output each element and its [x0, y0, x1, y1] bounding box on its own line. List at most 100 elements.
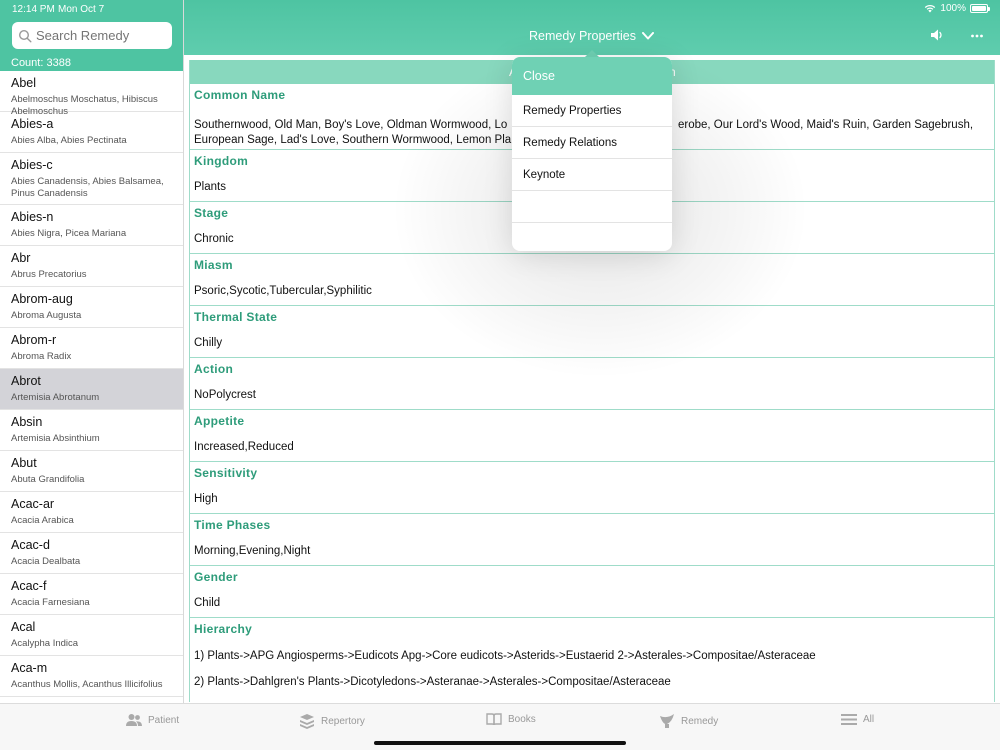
list-item-sub: Artemisia Abrotanum: [11, 392, 100, 403]
section-label: Appetite: [194, 414, 245, 428]
repertory-icon: [300, 714, 314, 729]
tab-repertory[interactable]: Repertory: [299, 713, 365, 729]
tab-label: Repertory: [321, 715, 365, 727]
section-label: Sensitivity: [194, 466, 258, 480]
tab-label: All: [863, 714, 875, 725]
wifi-icon: [925, 5, 936, 13]
list-item-name: Abut: [11, 456, 37, 470]
list-item-name: Abel: [11, 76, 37, 90]
list-item-name: Abrom-aug: [11, 292, 73, 306]
list-item-name: Absin: [11, 415, 43, 429]
section-value: Psoric,Sycotic,Tubercular,Syphilitic: [194, 285, 372, 297]
search-input[interactable]: [36, 28, 166, 43]
list-item-sub: Acacia Farnesiana: [11, 597, 90, 608]
menu-item-remedy-properties[interactable]: Remedy Properties: [512, 95, 672, 127]
battery-icon: [970, 4, 990, 13]
list-item-sub: Acanthus Mollis, Acanthus Illicifolius: [11, 679, 163, 690]
list-item-sub: Abies Alba, Abies Pectinata: [11, 135, 127, 146]
list-item-name: Acal: [11, 620, 36, 634]
list-item[interactable]: Abies-n Abies Nigra, Picea Mariana: [0, 205, 183, 246]
remedy-menu-popover: Close Remedy Properties Remedy Relations…: [512, 57, 672, 251]
section-label: Action: [194, 362, 234, 376]
section-time-phases: Time Phases Morning,Evening,Night: [190, 514, 994, 566]
list-item-name: Acac-f: [11, 579, 47, 593]
section-gender: Gender Child: [190, 566, 994, 618]
remedy-icon: [660, 714, 674, 728]
section-value: High: [194, 493, 218, 505]
list-item[interactable]: Abies-a Abies Alba, Abies Pectinata: [0, 112, 183, 153]
list-item[interactable]: Abies-c Abies Canadensis, Abies Balsamea,…: [0, 153, 183, 205]
section-label: Gender: [194, 570, 238, 584]
speaker-icon[interactable]: [930, 28, 944, 42]
menu-item-empty[interactable]: [512, 223, 672, 251]
section-value: Chilly: [194, 337, 223, 349]
section-value: Morning,Evening,Night: [194, 545, 311, 557]
list-item-name: Aca-m: [11, 661, 48, 675]
list-item[interactable]: Abrom-aug Abroma Augusta: [0, 287, 183, 328]
status-time: 12:14 PM: [12, 4, 55, 15]
list-item[interactable]: Acac-f Acacia Farnesiana: [0, 574, 183, 615]
list-item-name: Abrot: [11, 374, 41, 388]
book-icon: [486, 713, 502, 726]
list-item-sub: Acacia Dealbata: [11, 556, 81, 567]
status-bar: 12:14 PM Mon Oct 7 100%: [0, 0, 1000, 18]
section-label: Time Phases: [194, 518, 271, 532]
hierarchy-line: 2) Plants->Dahlgren's Plants->Dicotyledo…: [194, 676, 671, 688]
list-item[interactable]: Absin Artemisia Absinthium: [0, 410, 183, 451]
battery-percent: 100%: [940, 3, 966, 14]
section-sensitivity: Sensitivity High: [190, 462, 994, 514]
tab-books[interactable]: Books: [486, 713, 536, 726]
remedy-list: Abel Abelmoschus Moschatus, Hibiscus Abel…: [0, 71, 183, 697]
remedy-properties-menu-button[interactable]: Remedy Properties: [529, 29, 654, 43]
menu-item-remedy-relations[interactable]: Remedy Relations: [512, 127, 672, 159]
list-item[interactable]: Acac-ar Acacia Arabica: [0, 492, 183, 533]
section-value: Child: [194, 597, 221, 609]
tab-label: Books: [508, 714, 536, 725]
list-item-sub: Acacia Arabica: [11, 515, 74, 526]
tab-label: Patient: [148, 714, 180, 726]
section-miasm: Miasm Psoric,Sycotic,Tubercular,Syphiliti…: [190, 254, 994, 306]
patient-icon: [126, 714, 142, 726]
list-item-name: Abrom-r: [11, 333, 57, 347]
list-item-sub: Abies Nigra, Picea Mariana: [11, 228, 127, 239]
tab-remedy[interactable]: Remedy: [659, 713, 718, 729]
list-item[interactable]: Aca-m Acanthus Mollis, Acanthus Illicifol…: [0, 656, 183, 697]
search-box[interactable]: [12, 22, 172, 49]
list-item[interactable]: Acac-d Acacia Dealbata: [0, 533, 183, 574]
list-item-sub: Abies Canadensis, Abies Balsamea, Pinus …: [11, 176, 164, 199]
list-item[interactable]: Abel Abelmoschus Moschatus, Hibiscus Abel…: [0, 71, 183, 117]
status-date: Mon Oct 7: [58, 4, 105, 15]
menu-item-keynote[interactable]: Keynote: [512, 159, 672, 191]
common-name-part-b: erobe, Our Lord's Wood, Maid's Ruin, Gar…: [678, 119, 974, 131]
section-label: Miasm: [194, 258, 233, 272]
list-item[interactable]: Abr Abrus Precatorius: [0, 246, 183, 287]
list-item-sub: Abroma Radix: [11, 351, 72, 362]
list-item-sub: Abrus Precatorius: [11, 269, 87, 280]
close-button[interactable]: Close: [512, 57, 672, 95]
section-appetite: Appetite Increased,Reduced: [190, 410, 994, 462]
list-item-selected[interactable]: Abrot Artemisia Abrotanum: [0, 369, 183, 410]
list-icon: [841, 714, 857, 725]
tab-patient[interactable]: Patient: [126, 713, 179, 727]
list-item[interactable]: Abut Abuta Grandifolia: [0, 451, 183, 492]
list-item-name: Acac-d: [11, 538, 50, 552]
remedy-count: Count: 3388: [11, 57, 71, 69]
search-icon: [18, 29, 32, 43]
section-value: Increased,Reduced: [194, 441, 294, 453]
list-item[interactable]: Abrom-r Abroma Radix: [0, 328, 183, 369]
tab-all[interactable]: All: [841, 713, 874, 726]
list-item-name: Abies-c: [11, 158, 53, 172]
list-item-sub: Abroma Augusta: [11, 310, 82, 321]
list-item-name: Abies-n: [11, 210, 54, 224]
list-item[interactable]: Acal Acalypha Indica: [0, 615, 183, 656]
section-label: Thermal State: [194, 310, 278, 324]
section-thermal-state: Thermal State Chilly: [190, 306, 994, 358]
list-item-sub: Artemisia Absinthium: [11, 433, 100, 444]
list-item-name: Acac-ar: [11, 497, 55, 511]
list-item-name: Abies-a: [11, 117, 54, 131]
home-indicator[interactable]: [374, 741, 626, 745]
list-item-sub: Acalypha Indica: [11, 638, 79, 649]
more-icon[interactable]: [970, 26, 984, 40]
menu-item-empty[interactable]: [512, 191, 672, 223]
chevron-down-icon: [642, 32, 654, 40]
